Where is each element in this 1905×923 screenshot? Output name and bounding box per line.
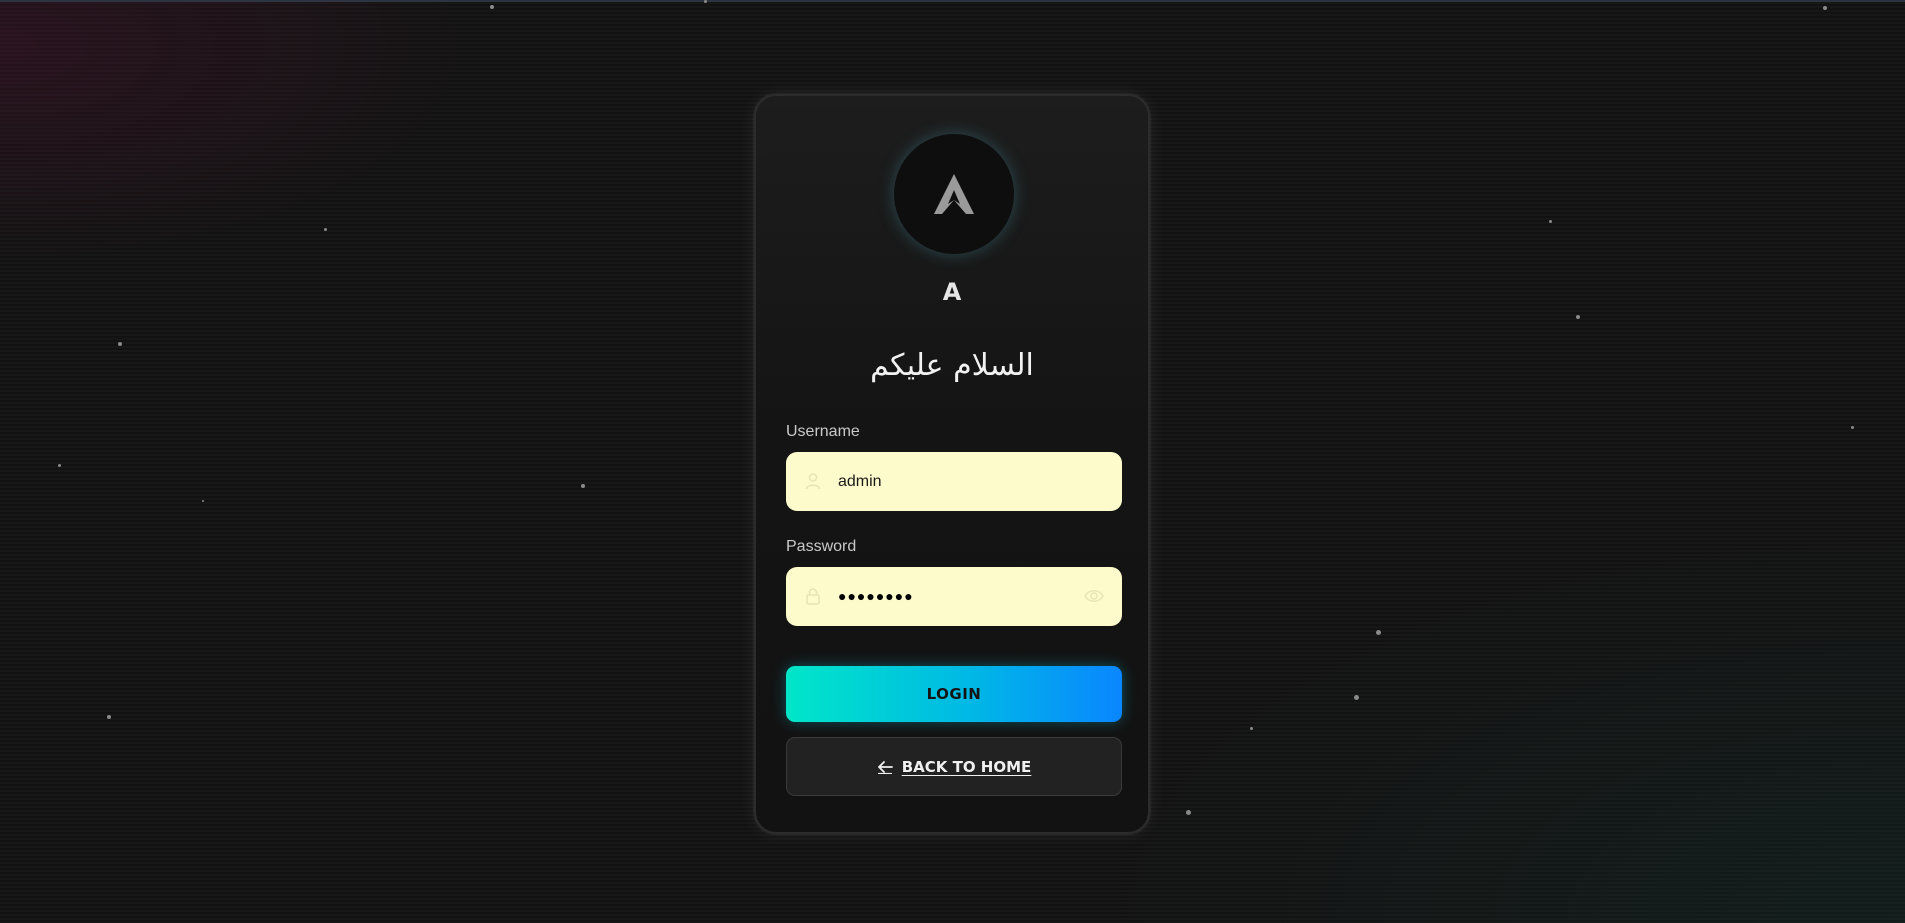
background-star [704, 0, 707, 3]
background-star [118, 342, 122, 346]
background-star [1851, 426, 1854, 429]
background-star [202, 500, 204, 502]
back-to-home-button[interactable]: BACK TO HOME [786, 737, 1122, 796]
background-star [1549, 220, 1552, 223]
back-to-home-label: BACK TO HOME [901, 757, 1032, 776]
login-card: A السلام عليكم Username admin Password ●… [754, 94, 1150, 834]
lock-icon [806, 588, 820, 605]
background-star [1823, 6, 1827, 10]
background-star [1376, 630, 1381, 635]
background-star [1186, 810, 1191, 815]
password-label: Password [786, 538, 857, 555]
password-value: ●●●●●●●● [838, 588, 914, 604]
logo-a-icon [934, 174, 974, 214]
username-value: admin [838, 473, 882, 490]
background-star [1576, 315, 1580, 319]
username-field[interactable]: admin [786, 452, 1122, 511]
background-star [581, 484, 585, 488]
top-border [0, 0, 1905, 2]
password-field[interactable]: ●●●●●●●● [786, 567, 1122, 626]
background-star [324, 228, 327, 231]
background-star [1354, 695, 1359, 700]
background-star [107, 715, 111, 719]
background-star [1250, 727, 1253, 730]
background-star [490, 5, 494, 9]
brand-name: A [942, 278, 962, 306]
background-star [58, 464, 61, 467]
arrow-left-icon [877, 760, 893, 774]
login-page: A السلام عليكم Username admin Password ●… [0, 0, 1905, 923]
login-button[interactable]: LOGIN [786, 666, 1122, 722]
username-label: Username [786, 423, 860, 440]
user-icon [805, 473, 821, 490]
greeting-title: السلام عليكم [870, 348, 1034, 383]
logo-badge [894, 134, 1014, 254]
eye-icon[interactable] [1084, 588, 1104, 604]
login-button-label: LOGIN [926, 685, 982, 703]
